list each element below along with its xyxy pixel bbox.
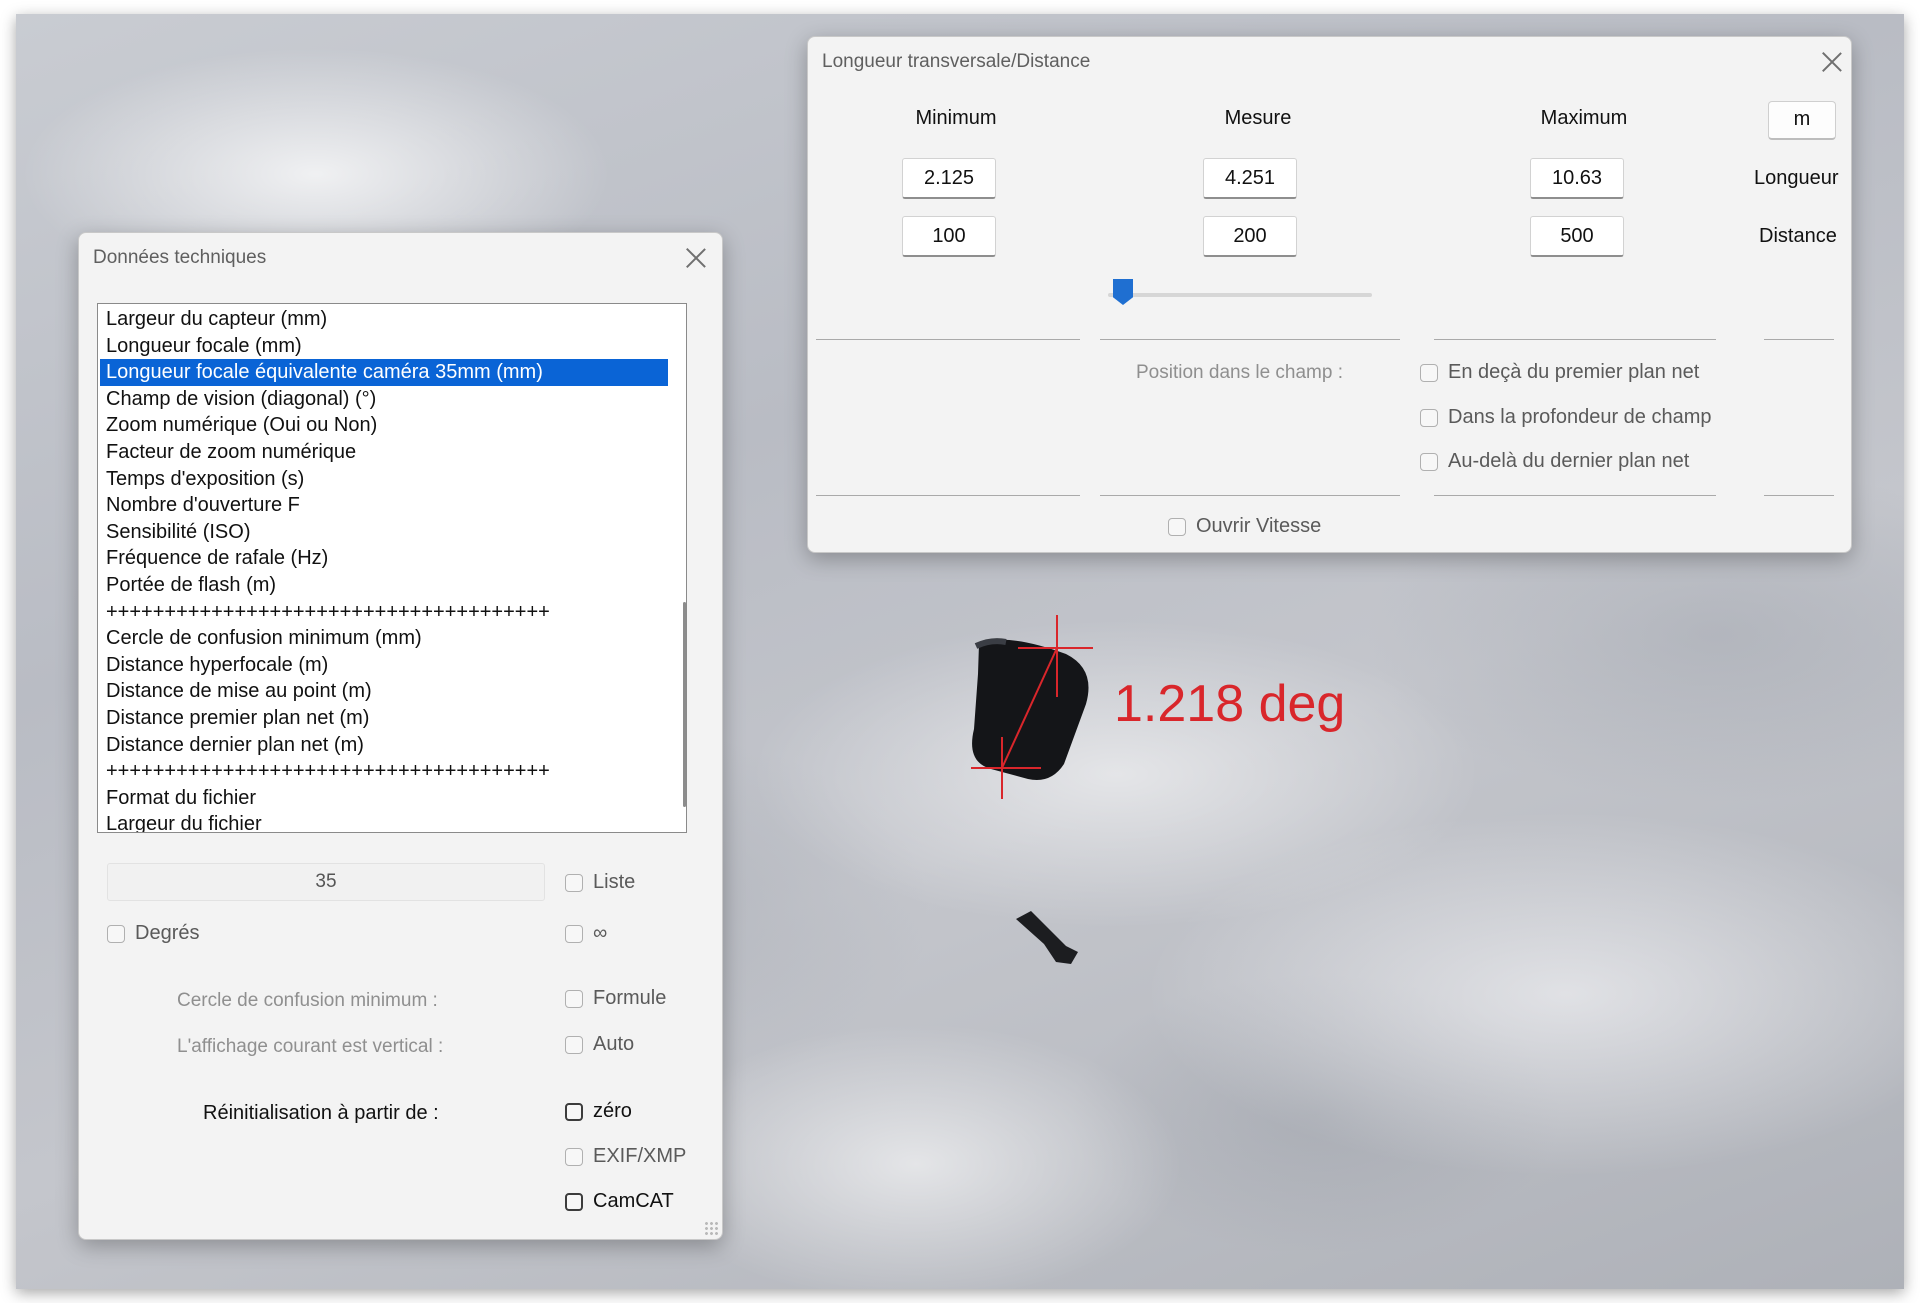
list-item[interactable]: Format du fichier — [100, 785, 668, 812]
dialog-title: Longueur transversale/Distance — [822, 51, 1091, 72]
header-mesure: Mesure — [1224, 107, 1292, 129]
divider — [1434, 339, 1716, 340]
list-item[interactable]: Distance de mise au point (m) — [100, 678, 668, 705]
option-checkbox-3[interactable] — [1420, 453, 1438, 471]
exif-label[interactable]: EXIF/XMP — [593, 1145, 686, 1168]
distance-mesure-field[interactable]: 200 — [1203, 216, 1297, 257]
list-item[interactable]: Sensibilité (ISO) — [100, 519, 668, 546]
list-item[interactable]: Distance premier plan net (m) — [100, 705, 668, 732]
technical-data-dialog: Données techniques Largeur du capteur (m… — [78, 232, 723, 1240]
distance-slider-thumb[interactable] — [1113, 279, 1133, 305]
distance-max-field[interactable]: 500 — [1530, 216, 1624, 257]
list-item[interactable]: Facteur de zoom numérique — [100, 439, 668, 466]
list-item[interactable]: Distance hyperfocale (m) — [100, 652, 668, 679]
list-item[interactable]: Distance dernier plan net (m) — [100, 732, 668, 759]
open-speed-label[interactable]: Ouvrir Vitesse — [1196, 515, 1321, 538]
divider — [1434, 495, 1716, 496]
header-minimum: Minimum — [915, 107, 997, 129]
list-item[interactable]: ++++++++++++++++++++++++++++++++++++++ — [100, 599, 668, 626]
list-item[interactable]: Longueur focale (mm) — [100, 333, 668, 360]
option-checkbox-2[interactable] — [1420, 409, 1438, 427]
formule-label[interactable]: Formule — [593, 987, 666, 1010]
degres-label[interactable]: Degrés — [135, 922, 199, 945]
resize-grip-icon[interactable] — [704, 1221, 718, 1235]
divider — [1764, 495, 1834, 496]
divider — [816, 495, 1080, 496]
list-item[interactable]: Zoom numérique (Oui ou Non) — [100, 412, 668, 439]
length-mesure-field[interactable]: 4.251 — [1203, 158, 1297, 199]
liste-checkbox[interactable] — [565, 874, 583, 892]
list-item[interactable]: Cercle de confusion minimum (mm) — [100, 625, 668, 652]
parameter-listbox[interactable]: Largeur du capteur (mm) Longueur focale (… — [97, 303, 687, 833]
infinity-checkbox[interactable] — [565, 925, 583, 943]
list-item[interactable]: Fréquence de rafale (Hz) — [100, 545, 668, 572]
zero-label[interactable]: zéro — [593, 1100, 632, 1123]
list-item[interactable]: ++++++++++++++++++++++++++++++++++++++ — [100, 758, 668, 785]
length-min-field[interactable]: 2.125 — [902, 158, 996, 199]
auto-label[interactable]: Auto — [593, 1033, 634, 1056]
divider — [1100, 495, 1400, 496]
option-checkbox-1[interactable] — [1420, 364, 1438, 382]
auto-checkbox[interactable] — [565, 1036, 583, 1054]
header-maximum: Maximum — [1540, 107, 1628, 129]
list-item[interactable]: Largeur du capteur (mm) — [100, 306, 668, 333]
length-max-field[interactable]: 10.63 — [1530, 158, 1624, 199]
vertical-label: L'affichage courant est vertical : — [177, 1036, 444, 1057]
small-object — [1016, 911, 1078, 964]
unit-button[interactable]: m — [1768, 101, 1836, 140]
position-label: Position dans le champ : — [1136, 362, 1344, 383]
distance-dialog: Longueur transversale/Distance Minimum M… — [807, 36, 1852, 553]
degres-checkbox[interactable] — [107, 925, 125, 943]
coc-label: Cercle de confusion minimum : — [177, 990, 438, 1011]
distance-slider-track[interactable] — [1108, 293, 1372, 297]
dialog-title: Données techniques — [93, 247, 267, 268]
divider — [816, 339, 1080, 340]
length-label: Longueur — [1754, 167, 1839, 189]
list-item[interactable]: Nombre d'ouverture F — [100, 492, 668, 519]
list-item[interactable]: Longueur focale équivalente caméra 35mm … — [100, 359, 668, 386]
option-label-1[interactable]: En deçà du premier plan net — [1448, 361, 1699, 384]
list-item[interactable]: Champ de vision (diagonal) (°) — [100, 386, 668, 413]
camcat-checkbox[interactable] — [565, 1193, 583, 1211]
option-label-3[interactable]: Au-delà du dernier plan net — [1448, 450, 1689, 473]
close-icon[interactable] — [1821, 51, 1843, 73]
listbox-scrollbar[interactable] — [683, 602, 686, 807]
option-label-2[interactable]: Dans la profondeur de champ — [1448, 406, 1712, 429]
list-item[interactable]: Largeur du fichier — [100, 811, 668, 832]
divider — [1100, 339, 1400, 340]
list-item[interactable]: Temps d'exposition (s) — [100, 466, 668, 493]
ufo-object — [972, 638, 1089, 780]
reset-label: Réinitialisation à partir de : — [203, 1102, 439, 1124]
open-speed-checkbox[interactable] — [1168, 518, 1186, 536]
infinity-label[interactable]: ∞ — [593, 922, 607, 945]
divider — [1764, 339, 1834, 340]
zero-checkbox[interactable] — [565, 1103, 583, 1121]
list-item[interactable]: Portée de flash (m) — [100, 572, 668, 599]
value-field[interactable]: 35 — [107, 863, 545, 901]
distance-label: Distance — [1759, 225, 1837, 247]
angle-measurement-label: 1.218 deg — [1114, 675, 1346, 733]
close-icon[interactable] — [685, 247, 707, 269]
exif-checkbox[interactable] — [565, 1148, 583, 1166]
distance-min-field[interactable]: 100 — [902, 216, 996, 257]
liste-label[interactable]: Liste — [593, 871, 635, 894]
formule-checkbox[interactable] — [565, 990, 583, 1008]
camcat-label[interactable]: CamCAT — [593, 1190, 674, 1213]
